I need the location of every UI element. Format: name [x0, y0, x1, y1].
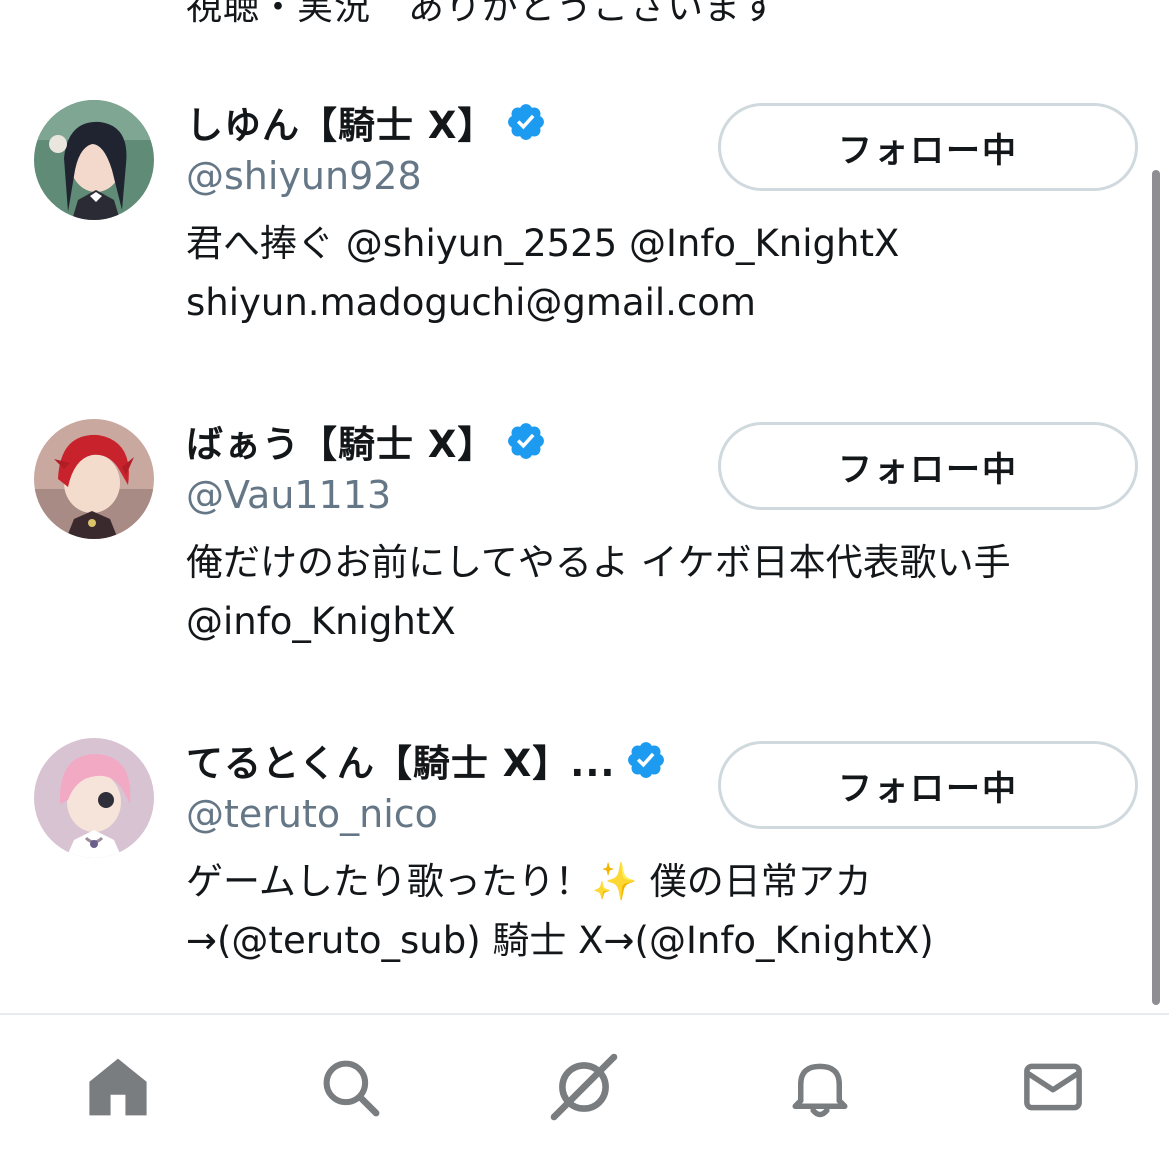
spaces-icon: [550, 1053, 618, 1121]
tab-home[interactable]: [82, 1051, 154, 1123]
bottom-tab-bar: [0, 1013, 1169, 1169]
handle[interactable]: @teruto_nico: [186, 789, 438, 839]
display-name: ばぁう【騎士 X】: [186, 423, 496, 466]
avatar[interactable]: [34, 419, 154, 539]
display-name: てるとくん【騎士 X】...: [186, 742, 616, 785]
following-button[interactable]: フォロー中: [718, 103, 1138, 191]
bio: ゲームしたり歌ったり！✨ 僕の日常アカ →(@teruto_sub) 騎士 X→…: [186, 860, 934, 962]
verified-badge-icon: [508, 423, 545, 459]
verified-badge-icon: [628, 742, 665, 778]
user-row-teruto[interactable]: てるとくん【騎士 X】... @teruto_nico ゲームしたり歌ったり！✨…: [0, 733, 1169, 1033]
name-line: てるとくん【騎士 X】...: [186, 733, 667, 787]
search-icon: [323, 1060, 380, 1117]
following-button[interactable]: フォロー中: [718, 741, 1138, 829]
bio: 俺だけのお前にしてやるよ イケボ日本代表歌い手 @info_KnightX: [186, 541, 1011, 643]
display-name: しゆん【騎士 X】: [186, 104, 496, 147]
tab-messages[interactable]: [1017, 1051, 1089, 1123]
avatar[interactable]: [34, 738, 154, 858]
bell-icon: [792, 1063, 848, 1118]
verified-badge-icon: [508, 104, 545, 140]
home-icon: [89, 1058, 147, 1116]
user-row-shiyun[interactable]: しゆん【騎士 X】 @shiyun928 君へ捧ぐ @shiyun_2525 @…: [0, 95, 1169, 395]
avatar[interactable]: [34, 100, 154, 220]
name-line: ばぁう【騎士 X】: [186, 414, 547, 468]
scrollbar[interactable]: [1152, 170, 1160, 1005]
handle[interactable]: @shiyun928: [186, 151, 422, 201]
previous-bio-fragment: 視聴・実況 ありがとうございます: [186, 0, 779, 28]
mail-icon: [1024, 1063, 1082, 1111]
tab-notifications[interactable]: [784, 1051, 856, 1123]
following-list-screen: 視聴・実況 ありがとうございます しゆん【騎士 X】 @shiyun928 君へ…: [0, 0, 1169, 1169]
bio: 君へ捧ぐ @shiyun_2525 @Info_KnightX shiyun.m…: [186, 222, 900, 324]
following-button[interactable]: フォロー中: [718, 422, 1138, 510]
handle[interactable]: @Vau1113: [186, 470, 391, 520]
name-line: しゆん【騎士 X】: [186, 95, 547, 149]
tab-search[interactable]: [314, 1051, 386, 1123]
user-row-vau[interactable]: ばぁう【騎士 X】 @Vau1113 俺だけのお前にしてやるよ イケボ日本代表歌…: [0, 414, 1169, 714]
tab-spaces[interactable]: [548, 1051, 620, 1123]
